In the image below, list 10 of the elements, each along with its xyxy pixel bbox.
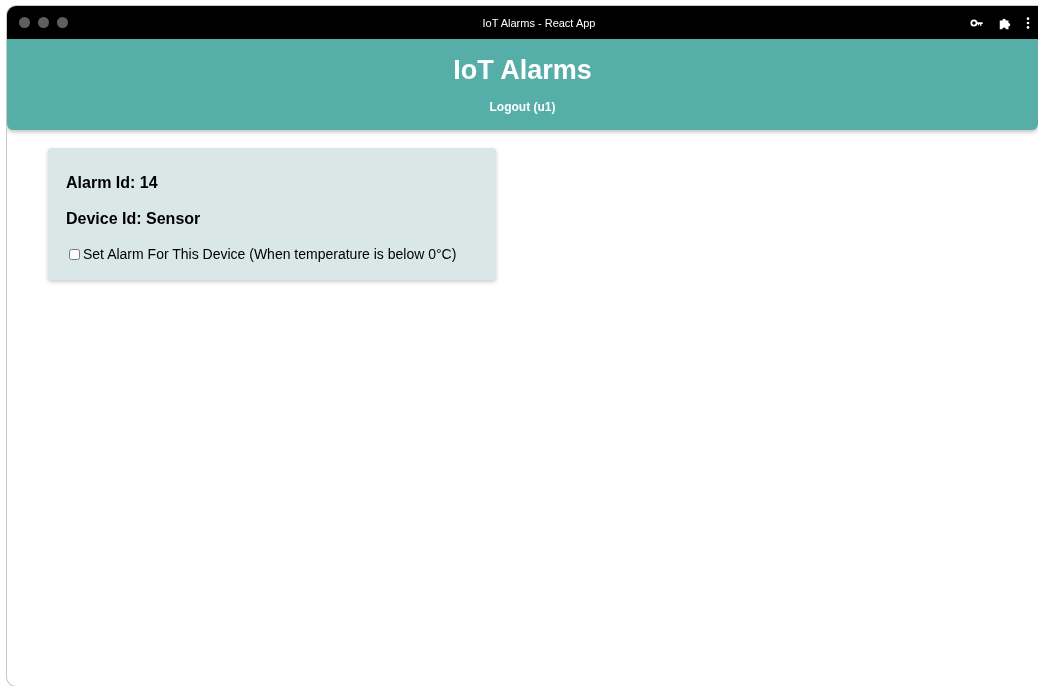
alarm-id: Alarm Id: 14 — [66, 174, 158, 192]
window-control[interactable] — [57, 17, 68, 28]
alarm-checkbox[interactable] — [69, 248, 80, 260]
checkbox-label[interactable]: Set Alarm For This Device (When temperature is below 0°C) — [83, 246, 457, 262]
window-control[interactable] — [38, 17, 49, 28]
menu-icon[interactable] — [1026, 15, 1030, 30]
window-title: IoT Alarms - React App — [481, 16, 597, 29]
device-id: Device Id: Sensor — [66, 210, 201, 228]
window-control[interactable] — [19, 17, 30, 28]
app-title: IoT Alarms — [453, 55, 592, 86]
